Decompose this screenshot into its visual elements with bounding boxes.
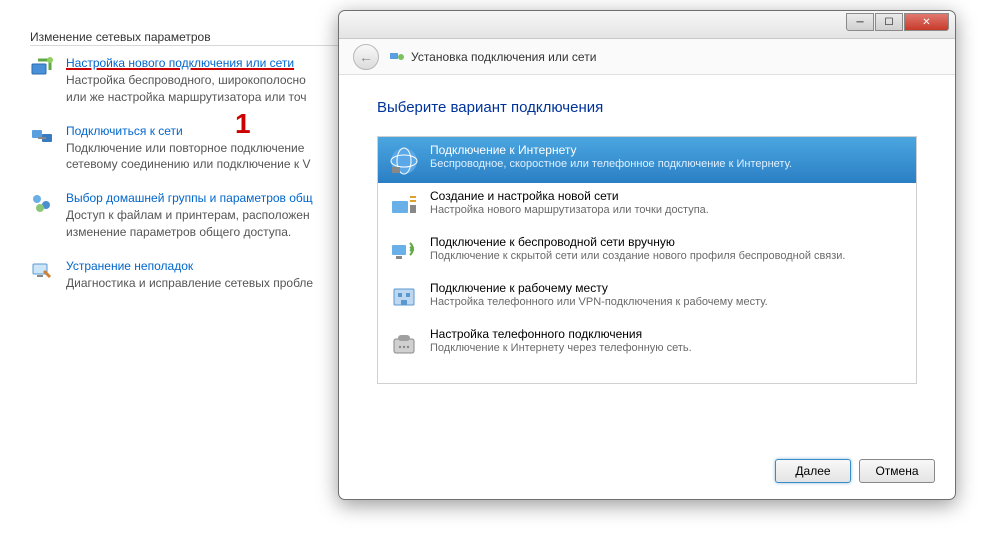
- bg-link[interactable]: Выбор домашней группы и параметров общ: [66, 191, 313, 205]
- wizard-heading: Выберите вариант подключения: [377, 99, 917, 116]
- titlebar: ─ ☐ ✕: [339, 11, 955, 39]
- close-button[interactable]: ✕: [904, 13, 949, 31]
- bg-link[interactable]: Устранение неполадок: [66, 259, 313, 273]
- option-desc: Настройка нового маршрутизатора или точк…: [430, 204, 906, 216]
- network-wizard-icon: [389, 49, 405, 65]
- option-title: Подключение к беспроводной сети вручную: [430, 235, 906, 249]
- wizard-button-row: Далее Отмена: [775, 459, 935, 483]
- option-desc: Беспроводное, скоростное или телефонное …: [430, 158, 906, 170]
- option-title: Подключение к рабочему месту: [430, 281, 906, 295]
- option-new-network[interactable]: Создание и настройка новой сети Настройк…: [378, 183, 916, 229]
- troubleshoot-icon: [30, 259, 54, 283]
- wireless-manual-icon: [388, 237, 420, 269]
- wizard-header-bar: ← Установка подключения или сети: [339, 39, 955, 75]
- phone-dialup-icon: [388, 329, 420, 361]
- option-title: Настройка телефонного подключения: [430, 327, 906, 341]
- bg-desc: Настройка беспроводного, широкополосно и…: [66, 72, 307, 106]
- connection-options-list[interactable]: Подключение к Интернету Беспроводное, ск…: [377, 136, 917, 384]
- option-internet-connection[interactable]: Подключение к Интернету Беспроводное, ск…: [378, 137, 916, 183]
- option-desc: Настройка телефонного или VPN-подключени…: [430, 296, 906, 308]
- option-desc: Подключение к Интернету через телефонную…: [430, 342, 906, 354]
- bg-desc: Диагностика и исправление сетевых пробле: [66, 275, 313, 292]
- annotation-marker-1: 1: [235, 108, 251, 140]
- wizard-header-title: Установка подключения или сети: [389, 49, 596, 65]
- maximize-button[interactable]: ☐: [875, 13, 903, 31]
- homegroup-icon: [30, 191, 54, 215]
- option-workplace[interactable]: Подключение к рабочему месту Настройка т…: [378, 275, 916, 321]
- connection-wizard-dialog: ─ ☐ ✕ ← Установка подключения или сети В…: [338, 10, 956, 500]
- option-title: Создание и настройка новой сети: [430, 189, 906, 203]
- minimize-button[interactable]: ─: [846, 13, 874, 31]
- bg-desc: Подключение или повторное подключение се…: [66, 140, 310, 174]
- globe-icon: [388, 145, 420, 177]
- workplace-icon: [388, 283, 420, 315]
- bg-link[interactable]: Подключиться к сети: [66, 124, 310, 138]
- back-arrow-icon: ←: [359, 49, 373, 65]
- router-setup-icon: [388, 191, 420, 223]
- cancel-button[interactable]: Отмена: [859, 459, 935, 483]
- option-title: Подключение к Интернету: [430, 143, 906, 157]
- next-button[interactable]: Далее: [775, 459, 851, 483]
- option-desc: Подключение к скрытой сети или создание …: [430, 250, 906, 262]
- back-button[interactable]: ←: [353, 44, 379, 70]
- connect-network-icon: [30, 124, 54, 148]
- bg-desc: Доступ к файлам и принтерам, расположен …: [66, 207, 313, 241]
- option-dialup[interactable]: Настройка телефонного подключения Подклю…: [378, 321, 916, 367]
- wizard-content: Выберите вариант подключения Подключение…: [339, 75, 955, 394]
- new-connection-icon: [30, 56, 54, 80]
- option-manual-wireless[interactable]: Подключение к беспроводной сети вручную …: [378, 229, 916, 275]
- bg-link[interactable]: Настройка нового подключения или сети: [66, 56, 307, 70]
